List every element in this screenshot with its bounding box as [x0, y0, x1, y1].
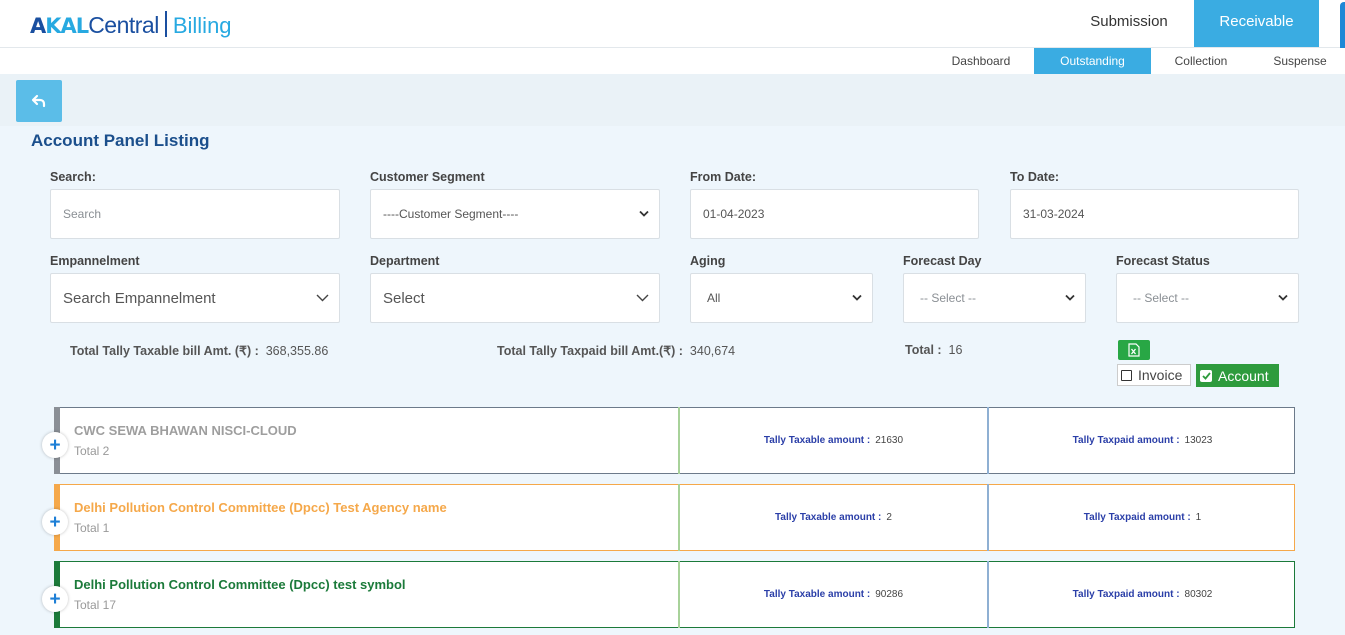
account-label: Account — [1218, 367, 1269, 384]
department-value: Select — [383, 289, 425, 307]
expand-plus-icon[interactable]: + — [42, 432, 68, 458]
tab-submission[interactable]: Submission — [1068, 0, 1190, 47]
account-count: Total 17 — [74, 598, 117, 612]
subtab-outstanding[interactable]: Outstanding — [1034, 48, 1151, 74]
toolbar-strip — [0, 74, 1345, 126]
forecast-day-select[interactable]: -- Select -- — [903, 273, 1086, 323]
total-taxpaid-summary: Total Tally Taxpaid bill Amt.(₹) : 340,6… — [497, 343, 735, 358]
back-button[interactable] — [16, 80, 62, 122]
checkbox-checked-icon — [1200, 369, 1212, 382]
search-label: Search: — [50, 170, 96, 184]
total-taxpaid-value: 340,674 — [689, 344, 736, 358]
account-count: Total 2 — [74, 444, 110, 458]
taxable-amount-value: 21630 — [875, 435, 904, 446]
empannelment-label: Empannelment — [50, 254, 140, 268]
empannelment-placeholder: Search Empannelment — [63, 289, 216, 307]
back-arrow-icon — [31, 94, 46, 108]
customer-segment-label: Customer Segment — [370, 170, 485, 184]
tab-receivable[interactable]: Receivable — [1194, 0, 1319, 47]
invoice-checkbox[interactable]: Invoice — [1117, 364, 1191, 386]
forecast-status-label: Forecast Status — [1116, 254, 1210, 268]
taxable-amount-cell: Tally Taxable amount : 21630 — [678, 407, 987, 474]
chevron-down-icon — [316, 294, 329, 302]
customer-segment-select[interactable]: ----Customer Segment---- — [370, 189, 660, 239]
forecast-day-label: Forecast Day — [903, 254, 982, 268]
taxpaid-amount-cell: Tally Taxpaid amount : 13023 — [987, 407, 1296, 474]
taxpaid-amount-value: 1 — [1195, 512, 1202, 523]
page-title: Account Panel Listing — [31, 131, 210, 150]
total-taxpaid-label: Total Tally Taxpaid bill Amt.(₹) : — [497, 344, 683, 358]
taxpaid-amount-label: Tally Taxpaid amount : — [1072, 589, 1180, 600]
export-excel-button[interactable] — [1118, 340, 1150, 360]
excel-icon — [1128, 343, 1140, 357]
subtab-dashboard[interactable]: Dashboard — [936, 48, 1026, 74]
account-name: Delhi Pollution Control Committee (Dpcc)… — [74, 577, 406, 592]
forecast-status-select[interactable]: -- Select -- — [1116, 273, 1299, 323]
taxable-amount-label: Tally Taxable amount : — [763, 435, 871, 446]
taxpaid-amount-label: Tally Taxpaid amount : — [1083, 512, 1191, 523]
top-header: AKAL Central Billing Submission Receivab… — [0, 0, 1345, 52]
account-row[interactable]: Delhi Pollution Control Committee (Dpcc)… — [42, 484, 1296, 551]
checkbox-unchecked-icon — [1121, 369, 1132, 381]
account-row[interactable]: Delhi Pollution Control Committee (Dpcc)… — [42, 561, 1296, 628]
department-label: Department — [370, 254, 440, 268]
chevron-down-icon — [636, 294, 649, 302]
to-date-input[interactable]: 31-03-2024 — [1010, 189, 1299, 239]
invoice-label: Invoice — [1138, 367, 1183, 383]
aging-select[interactable]: All — [690, 273, 873, 323]
expand-plus-icon[interactable]: + — [42, 509, 68, 535]
taxpaid-amount-label: Tally Taxpaid amount : — [1072, 435, 1180, 446]
taxable-amount-cell: Tally Taxable amount : 2 — [678, 484, 987, 551]
total-count-label: Total : — [905, 343, 942, 357]
side-panel-toggle[interactable] — [1340, 2, 1345, 52]
expand-plus-icon[interactable]: + — [42, 586, 68, 612]
taxable-amount-value: 2 — [886, 512, 892, 523]
chevron-down-icon — [852, 294, 862, 301]
total-taxable-value: 368,355.86 — [265, 344, 329, 358]
account-count: Total 1 — [74, 521, 110, 535]
aging-label: Aging — [690, 254, 726, 268]
forecast-day-value: -- Select -- — [920, 291, 977, 305]
account-name: Delhi Pollution Control Committee (Dpcc)… — [74, 500, 447, 515]
taxpaid-amount-cell: Tally Taxpaid amount : 80302 — [987, 561, 1296, 628]
logo-billing: Billing — [172, 13, 232, 38]
from-date-input[interactable]: 01-04-2023 — [690, 189, 979, 239]
account-name: CWC SEWA BHAWAN NISCI-CLOUD — [74, 423, 297, 438]
search-input[interactable]: Search — [50, 189, 340, 239]
department-select[interactable]: Select — [370, 273, 660, 323]
taxable-amount-cell: Tally Taxable amount : 90286 — [678, 561, 987, 628]
taxable-amount-value: 90286 — [875, 589, 904, 600]
to-date-label: To Date: — [1010, 170, 1060, 184]
total-count-value: 16 — [948, 343, 963, 357]
chevron-down-icon — [1065, 294, 1075, 301]
taxpaid-amount-value: 13023 — [1184, 435, 1213, 446]
empannelment-select[interactable]: Search Empannelment — [50, 273, 340, 323]
account-toggle-button[interactable]: Account — [1196, 364, 1279, 387]
forecast-status-value: -- Select -- — [1133, 291, 1190, 305]
chevron-down-icon — [1278, 294, 1288, 301]
taxpaid-amount-cell: Tally Taxpaid amount : 1 — [987, 484, 1296, 551]
logo-central: Central — [88, 12, 159, 38]
logo-divider — [164, 11, 167, 37]
from-date-label: From Date: — [690, 170, 756, 184]
logo-akal: AKAL — [30, 14, 89, 38]
total-count-summary: Total : 16 — [905, 343, 962, 357]
taxpaid-amount-value: 80302 — [1184, 589, 1213, 600]
total-taxable-summary: Total Tally Taxable bill Amt. (₹) : 368,… — [70, 343, 328, 358]
account-row[interactable]: CWC SEWA BHAWAN NISCI-CLOUD Total 2 + Ta… — [42, 407, 1296, 474]
sub-navigation: Dashboard Outstanding Collection Suspens… — [0, 48, 1345, 74]
subtab-suspense[interactable]: Suspense — [1260, 48, 1340, 74]
chevron-down-icon — [639, 210, 649, 217]
app-logo: AKAL Central Billing — [30, 7, 232, 39]
subtab-collection[interactable]: Collection — [1158, 48, 1244, 74]
aging-value: All — [707, 291, 721, 305]
taxable-amount-label: Tally Taxable amount : — [763, 589, 871, 600]
customer-segment-value: ----Customer Segment---- — [383, 207, 519, 221]
total-taxable-label: Total Tally Taxable bill Amt. (₹) : — [70, 344, 259, 358]
taxable-amount-label: Tally Taxable amount : — [775, 512, 882, 523]
